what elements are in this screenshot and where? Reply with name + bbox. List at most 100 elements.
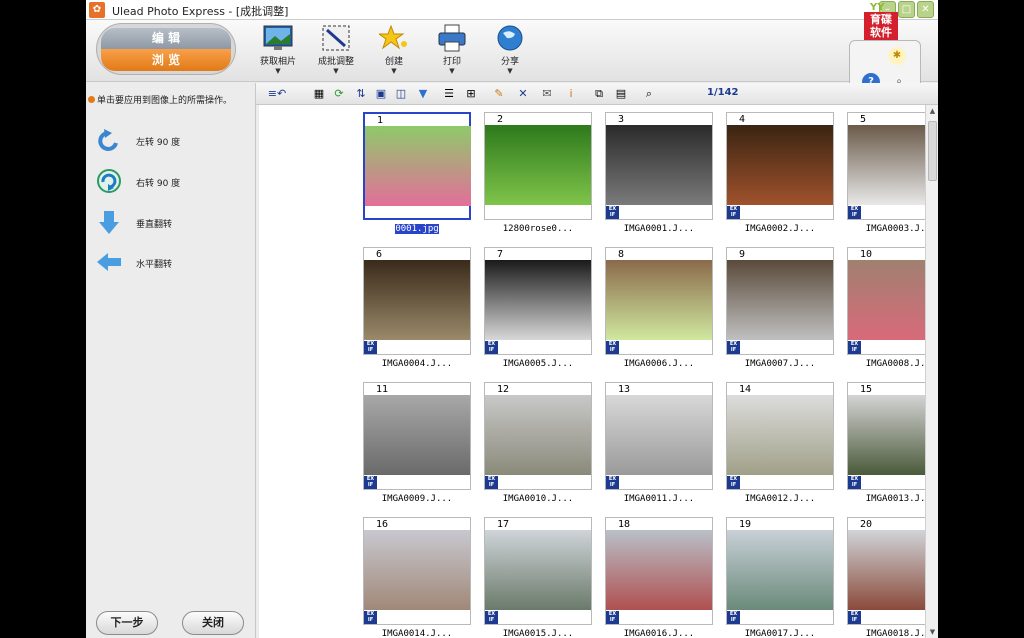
photo-thumbnail[interactable]: 19 EX IF bbox=[726, 517, 834, 625]
next-step-button[interactable]: 下一步 bbox=[96, 611, 158, 635]
thumbnail-caption[interactable]: IMGA0016.J... bbox=[605, 629, 713, 638]
scroll-down-icon[interactable]: ▼ bbox=[927, 626, 938, 638]
print-tool[interactable]: 打印 ▼ bbox=[427, 24, 477, 75]
app-icon: ✿ bbox=[89, 2, 105, 18]
exif-badge-icon: EX IF bbox=[485, 341, 498, 354]
thumbnail-caption[interactable]: IMGA0015.J... bbox=[484, 629, 592, 638]
thumbnail-caption[interactable]: IMGA0017.J... bbox=[726, 629, 834, 638]
thumbnail-caption[interactable]: 12800rose0... bbox=[484, 224, 592, 234]
photo-image bbox=[727, 530, 833, 610]
exif-badge-icon: EX IF bbox=[606, 206, 619, 219]
photo-thumbnail[interactable]: 14 EX IF bbox=[726, 382, 834, 490]
batch-adjust-tool[interactable]: 成批调整 ▼ bbox=[311, 24, 361, 75]
thumbnail-caption[interactable]: IMGA0002.J... bbox=[726, 224, 834, 234]
edit-mode-button[interactable]: 编 辑 bbox=[101, 28, 231, 49]
mode-switch: 编 辑 浏 览 bbox=[96, 23, 236, 75]
refresh-icon[interactable]: ⟳ bbox=[332, 87, 346, 101]
email-icon[interactable]: ✉ bbox=[540, 87, 554, 101]
thumbnail-caption[interactable]: IMGA0011.J... bbox=[605, 494, 713, 504]
photo-thumbnail[interactable]: 10 EX IF bbox=[847, 247, 925, 355]
close-window-button[interactable]: ✕ bbox=[917, 1, 934, 18]
calendar-icon[interactable]: ▦ bbox=[312, 87, 326, 101]
thumbnail-caption[interactable]: IMGA0012.J... bbox=[726, 494, 834, 504]
photo-thumbnail[interactable]: 5 EX IF bbox=[847, 112, 925, 220]
copy-icon[interactable]: ⧉ bbox=[592, 87, 606, 101]
filter-icon[interactable]: ▼ bbox=[416, 87, 430, 101]
thumbnail-caption[interactable]: IMGA0010.J... bbox=[484, 494, 592, 504]
flip-vertical-action[interactable]: 垂直翻转 bbox=[96, 209, 246, 237]
photo-thumbnail[interactable]: 18 EX IF bbox=[605, 517, 713, 625]
close-button[interactable]: 关闭 bbox=[182, 611, 244, 635]
thumbnail-caption[interactable]: IMGA0008.J... bbox=[847, 359, 925, 369]
thumbnail-number: 3 bbox=[618, 114, 625, 125]
rotate-left-action[interactable]: 左转 90 度 bbox=[96, 127, 246, 155]
exif-badge-icon: EX IF bbox=[848, 206, 861, 219]
photo-image bbox=[848, 260, 925, 340]
thumbnail-caption[interactable]: 0001.jpg bbox=[363, 224, 471, 234]
photo-thumbnail[interactable]: 16 EX IF bbox=[363, 517, 471, 625]
thumbnail-number: 1 bbox=[377, 115, 384, 126]
thumbnail-caption[interactable]: IMGA0018.J... bbox=[847, 629, 925, 638]
photo-thumbnail[interactable]: 11 EX IF bbox=[363, 382, 471, 490]
caption-text: IMGA0012.J... bbox=[744, 494, 816, 504]
scroll-thumb[interactable] bbox=[928, 121, 937, 181]
photo-thumbnail[interactable]: 7 EX IF bbox=[484, 247, 592, 355]
globe-share-icon bbox=[495, 24, 525, 52]
create-tool[interactable]: 创建 ▼ bbox=[369, 24, 419, 75]
photo-thumbnail[interactable]: 1 bbox=[363, 112, 471, 220]
get-photo-tool[interactable]: 获取相片 ▼ bbox=[253, 24, 303, 75]
photo-thumbnail[interactable]: 17 EX IF bbox=[484, 517, 592, 625]
photo-thumbnail[interactable]: 15 EX IF bbox=[847, 382, 925, 490]
photo-thumbnail[interactable]: 12 EX IF bbox=[484, 382, 592, 490]
thumbnail-caption[interactable]: IMGA0009.J... bbox=[363, 494, 471, 504]
fit-icon[interactable]: ◫ bbox=[394, 87, 408, 101]
sort-icon[interactable]: ⇅ bbox=[354, 87, 368, 101]
delete-icon[interactable]: ✕ bbox=[516, 87, 530, 101]
chevron-down-icon: ▼ bbox=[507, 67, 513, 75]
info-icon[interactable]: i bbox=[564, 87, 578, 101]
thumbnail-caption[interactable]: IMGA0007.J... bbox=[726, 359, 834, 369]
photo-image bbox=[364, 530, 470, 610]
share-tool[interactable]: 分享 ▼ bbox=[485, 24, 535, 75]
photo-thumbnail[interactable]: 20 EX IF bbox=[847, 517, 925, 625]
thumbnail-caption[interactable]: IMGA0001.J... bbox=[605, 224, 713, 234]
photo-thumbnail[interactable]: 2 bbox=[484, 112, 592, 220]
photo-thumbnail[interactable]: 9 EX IF bbox=[726, 247, 834, 355]
thumbnail-number: 17 bbox=[497, 519, 510, 530]
scroll-up-icon[interactable]: ▲ bbox=[927, 105, 938, 117]
action-label: 右转 90 度 bbox=[136, 179, 181, 189]
pencil-icon[interactable]: ✎ bbox=[492, 87, 506, 101]
thumbnail-caption[interactable]: IMGA0006.J... bbox=[605, 359, 713, 369]
photo-thumbnail[interactable]: 4 EX IF bbox=[726, 112, 834, 220]
thumbnail-caption[interactable]: IMGA0004.J... bbox=[363, 359, 471, 369]
thumbnail-number: 2 bbox=[497, 114, 504, 125]
photo-image bbox=[485, 125, 591, 205]
photo-thumbnail[interactable]: 8 EX IF bbox=[605, 247, 713, 355]
vertical-scrollbar[interactable]: ▲ ▼ bbox=[925, 105, 938, 638]
view-mode-icon[interactable]: ≡↶ bbox=[260, 87, 294, 101]
caption-text: IMGA0006.J... bbox=[623, 359, 695, 369]
details-icon[interactable]: ☰ bbox=[442, 87, 456, 101]
select-icon[interactable]: ⊞ bbox=[464, 87, 478, 101]
thumbnail-caption[interactable]: IMGA0014.J... bbox=[363, 629, 471, 638]
photo-thumbnail[interactable]: 6 EX IF bbox=[363, 247, 471, 355]
flip-horizontal-action[interactable]: 水平翻转 bbox=[96, 249, 246, 277]
photo-thumbnail[interactable]: 3 EX IF bbox=[605, 112, 713, 220]
thumbnail-size-icon[interactable]: ▣ bbox=[374, 87, 388, 101]
chevron-down-icon: ▼ bbox=[391, 67, 397, 75]
lightbulb-icon[interactable]: ✱ bbox=[888, 47, 906, 65]
caption-text: 0001.jpg bbox=[395, 224, 439, 234]
search-icon[interactable]: ⌕ bbox=[642, 87, 656, 101]
thumbnail-caption[interactable]: IMGA0005.J... bbox=[484, 359, 592, 369]
caption-text: IMGA0018.J... bbox=[865, 629, 925, 638]
photo-thumbnail[interactable]: 13 EX IF bbox=[605, 382, 713, 490]
rotate-right-action[interactable]: 右转 90 度 bbox=[96, 168, 246, 196]
bullet-icon bbox=[88, 96, 95, 103]
thumbnail-caption[interactable]: IMGA0003.J... bbox=[847, 224, 925, 234]
printer-icon bbox=[437, 24, 467, 52]
photo-image bbox=[727, 125, 833, 205]
paste-icon[interactable]: ▤ bbox=[614, 87, 628, 101]
thumbnail-caption[interactable]: IMGA0013.J... bbox=[847, 494, 925, 504]
photo-image bbox=[606, 125, 712, 205]
browse-mode-button[interactable]: 浏 览 bbox=[101, 49, 231, 71]
